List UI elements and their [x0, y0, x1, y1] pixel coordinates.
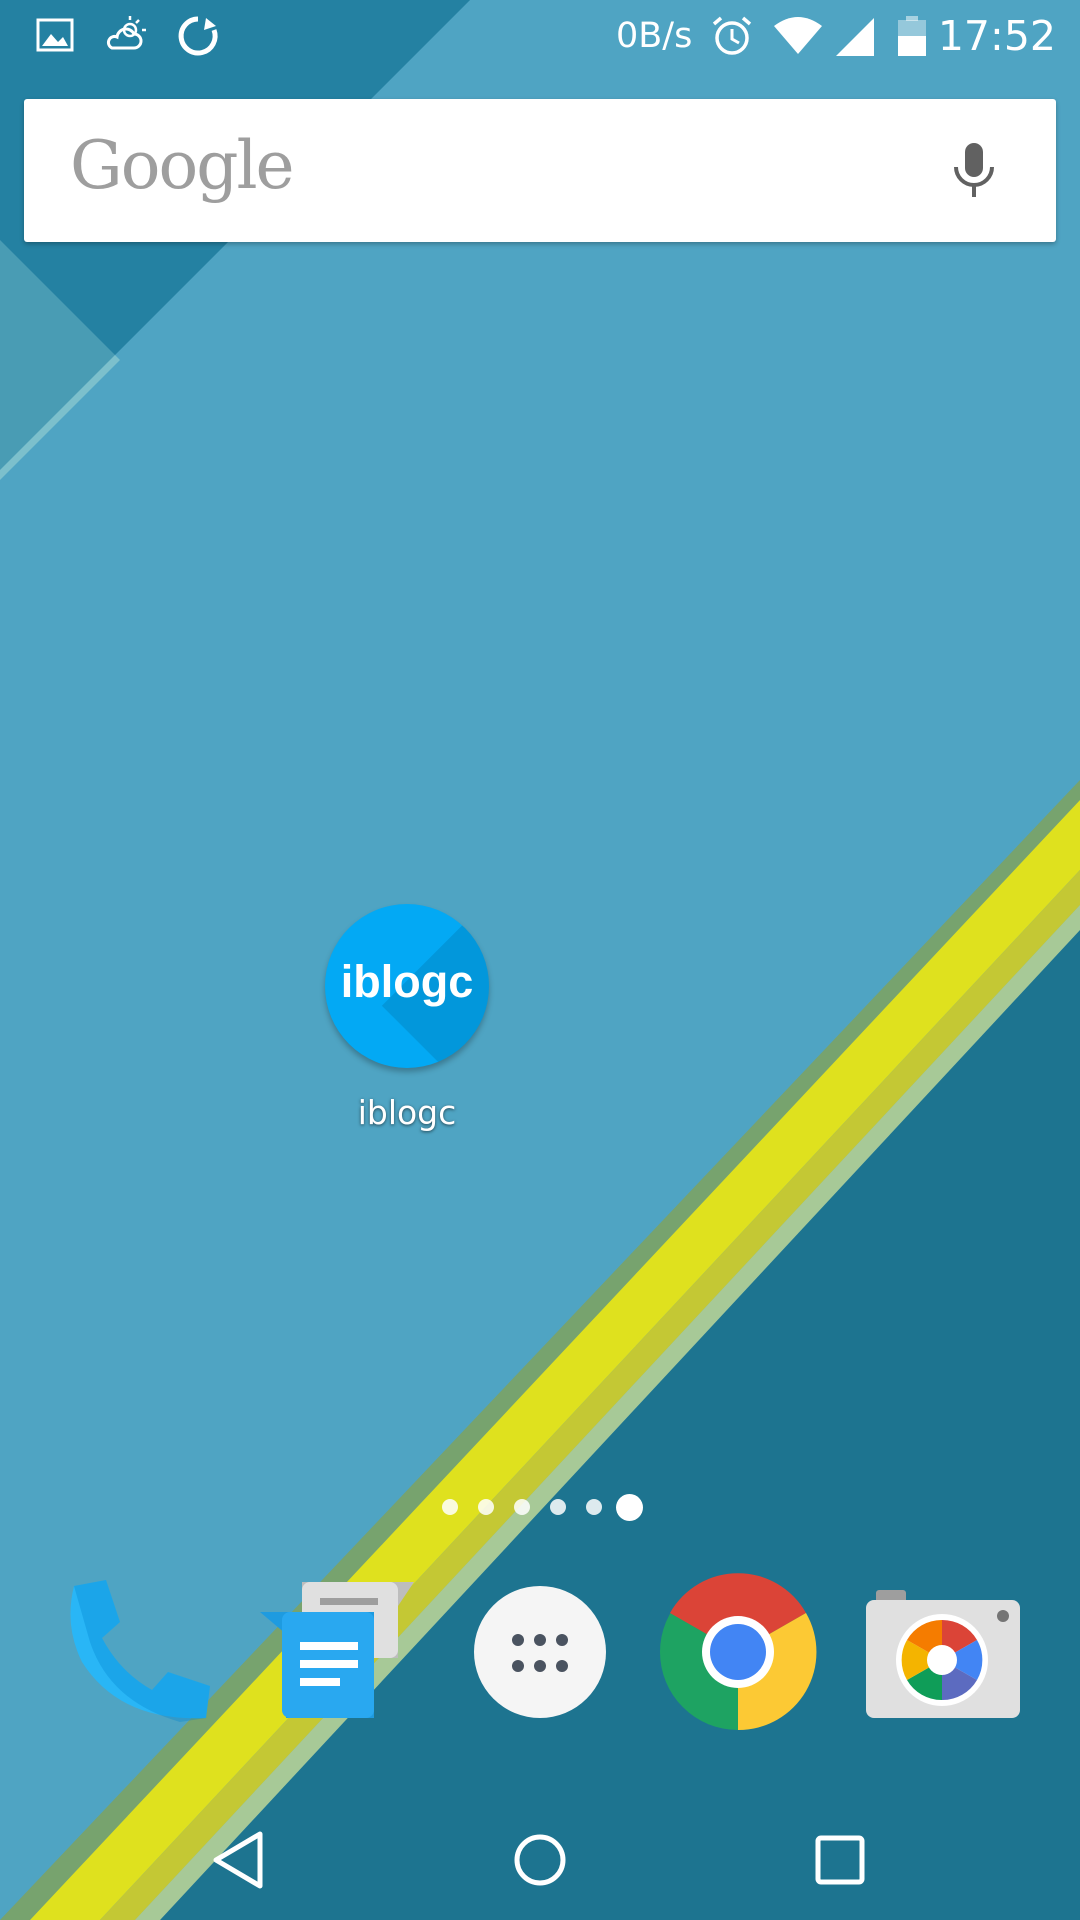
- chrome-icon[interactable]: [658, 1572, 818, 1732]
- back-icon[interactable]: [200, 1820, 280, 1900]
- weather-icon: [106, 16, 146, 50]
- page-indicator: [440, 1491, 650, 1521]
- page-dot: [550, 1499, 566, 1515]
- wifi-icon: [774, 17, 822, 54]
- phone-icon[interactable]: [60, 1572, 220, 1732]
- page-dot: [442, 1499, 458, 1515]
- home-icon[interactable]: [500, 1820, 580, 1900]
- battery-icon: [898, 16, 926, 56]
- apps-grid-icon[interactable]: [460, 1572, 620, 1732]
- page-dot: [586, 1499, 602, 1515]
- camera-icon[interactable]: [862, 1572, 1022, 1732]
- app-shortcut-iblogc[interactable]: iblogc iblogc: [317, 900, 497, 1150]
- google-search-bar[interactable]: Google: [24, 99, 1056, 242]
- clock: 17:52: [937, 12, 1056, 60]
- page-dot-active: [616, 1494, 643, 1521]
- iblogc-icon-text: iblogc: [340, 956, 474, 1007]
- mic-icon[interactable]: [938, 135, 1010, 207]
- messenger-icon[interactable]: [258, 1572, 418, 1732]
- recents-icon[interactable]: [800, 1820, 880, 1900]
- network-speed: 0B/s: [616, 16, 693, 56]
- image-icon: [36, 18, 74, 52]
- home-screen: 0B/s 17:52 Google iblogc iblogc: [0, 0, 1080, 1920]
- signal-icon: [836, 18, 874, 56]
- iblogc-app-icon: iblogc: [325, 904, 489, 1068]
- navigation-bar: [0, 1800, 1080, 1920]
- sync-icon: [178, 16, 218, 56]
- google-logo: Google: [70, 127, 295, 204]
- alarm-icon: [712, 16, 752, 55]
- app-label-iblogc: iblogc: [357, 1093, 457, 1132]
- status-bar: 0B/s 17:52: [0, 0, 1080, 78]
- page-dot: [514, 1499, 530, 1515]
- page-dot: [478, 1499, 494, 1515]
